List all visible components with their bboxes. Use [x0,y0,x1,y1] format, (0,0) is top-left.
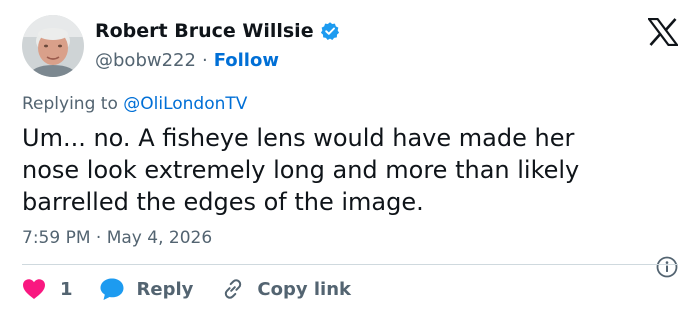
author-handle[interactable]: @bobw222 [95,50,196,71]
author-display-name[interactable]: Robert Bruce Willsie [95,20,314,42]
reply-context: Replying to @OliLondonTV [22,94,247,114]
reply-mention-link[interactable]: @OliLondonTV [123,94,247,114]
copy-link-label: Copy link [257,278,351,300]
reply-label: Reply [136,278,194,300]
tweet-time: 7:59 PM [22,228,91,248]
reply-context-prefix: Replying to [22,94,118,114]
link-icon [221,277,245,301]
tweet-text-line: barrelled the edges of the image. [22,188,424,216]
tweet-text: Um... no. A fisheye lens would have made… [22,122,662,218]
action-bar: 1 Reply Copy link [22,277,351,301]
reply-button[interactable]: Reply [99,277,194,301]
timestamp-separator: · [95,228,102,248]
copy-link-button[interactable]: Copy link [221,277,351,301]
avatar-image [22,15,84,77]
like-button[interactable]: 1 [22,278,73,300]
x-logo-icon[interactable] [646,17,680,47]
author-handle-row: @bobw222 · Follow [95,50,279,71]
avatar[interactable] [22,15,84,77]
author-name-row: Robert Bruce Willsie [95,20,340,42]
divider [22,264,678,265]
reply-bubble-icon [99,277,125,301]
like-count: 1 [60,278,73,300]
verified-badge-icon [320,21,340,41]
tweet-timestamp[interactable]: 7:59 PM · May 4, 2026 [22,228,212,248]
tweet-text-line: Um... no. A fisheye lens would have made… [22,124,575,152]
info-icon[interactable] [656,256,678,278]
follow-link[interactable]: Follow [214,50,279,71]
tweet-date: May 4, 2026 [106,228,213,248]
tweet-text-line: nose look extremely long and more than l… [22,156,580,184]
handle-separator: · [201,50,208,71]
heart-icon [22,278,46,300]
